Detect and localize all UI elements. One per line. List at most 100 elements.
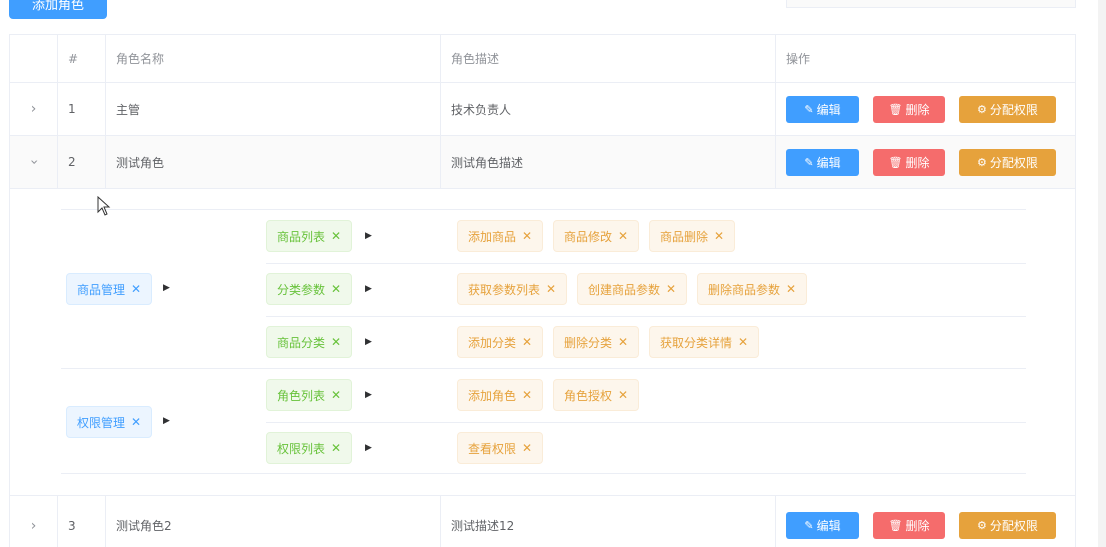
close-icon[interactable]: ✕ xyxy=(331,282,341,296)
rights-l3-tag[interactable]: 角色授权 ✕ xyxy=(553,379,640,411)
row-index: 1 xyxy=(58,83,106,135)
role-desc: 测试描述12 xyxy=(441,496,776,547)
rights-l3-tag[interactable]: 添加角色 ✕ xyxy=(457,379,544,411)
rights-l2-row: 商品分类 ✕ ▶ 添加分类 ✕ 删除分类 ✕ 获取分类详情 ✕ xyxy=(266,316,1026,369)
rights-l1-tag[interactable]: 权限管理 ✕ xyxy=(66,406,153,438)
rights-l2-row: 角色列表 ✕ ▶ 添加角色 ✕ 角色授权 ✕ xyxy=(266,369,1026,422)
role-desc: 测试角色描述 xyxy=(441,136,776,188)
close-icon[interactable]: ✕ xyxy=(131,415,141,429)
rights-l1-block: 商品管理 ✕ ▶ 商品列表 ✕ ▶ 添加商品 ✕ 商品修改 ✕ 商品删除 ✕ 分类参数 ✕ … xyxy=(61,209,1026,368)
assign-rights-button[interactable]: ⚙ 分配权限 xyxy=(959,148,1056,176)
rights-l1-block: 权限管理 ✕ ▶ 角色列表 ✕ ▶ 添加角色 ✕ 角色授权 ✕ 权限列表 ✕ ▶ 查看权限… xyxy=(61,368,1026,474)
close-icon[interactable]: ✕ xyxy=(546,282,556,296)
header-ops: 操作 xyxy=(786,52,811,66)
scrollbar-track[interactable] xyxy=(1098,0,1106,547)
caret-right-icon: ▶ xyxy=(365,390,372,400)
role-name: 主管 xyxy=(106,83,441,135)
rights-l3-tag[interactable]: 删除商品参数 ✕ xyxy=(697,273,808,305)
close-icon[interactable]: ✕ xyxy=(331,388,341,402)
close-icon[interactable]: ✕ xyxy=(786,282,796,296)
rights-l2-tag[interactable]: 权限列表 ✕ xyxy=(266,432,353,464)
rights-l2-row: 分类参数 ✕ ▶ 获取参数列表 ✕ 创建商品参数 ✕ 删除商品参数 ✕ xyxy=(266,263,1026,316)
trash-icon: 🗑 xyxy=(888,102,903,116)
edit-icon: ✎ xyxy=(804,155,814,169)
rights-l2-tag[interactable]: 分类参数 ✕ xyxy=(266,273,353,305)
caret-right-icon: ▶ xyxy=(365,231,372,241)
close-icon[interactable]: ✕ xyxy=(618,335,628,349)
edit-button[interactable]: ✎ 编辑 xyxy=(786,148,859,176)
expand-toggle[interactable]: › xyxy=(10,496,58,547)
rights-l2-tag[interactable]: 商品分类 ✕ xyxy=(266,326,353,358)
row-ops: ✎ 编辑 🗑 删除 ⚙ 分配权限 xyxy=(776,496,1075,547)
delete-button[interactable]: 🗑 删除 xyxy=(873,95,945,123)
header-role-desc: 角色描述 xyxy=(441,35,776,82)
role-name: 测试角色2 xyxy=(106,496,441,547)
trash-icon: 🗑 xyxy=(888,155,903,169)
rights-l3-tag[interactable]: 添加分类 ✕ xyxy=(457,326,544,358)
rights-l2-tag[interactable]: 角色列表 ✕ xyxy=(266,379,353,411)
search-area xyxy=(786,0,1076,8)
mouse-cursor-icon xyxy=(97,196,111,216)
caret-right-icon: ▶ xyxy=(365,284,372,294)
chevron-right-icon[interactable]: › xyxy=(31,101,37,117)
close-icon[interactable]: ✕ xyxy=(522,335,532,349)
delete-button[interactable]: 🗑 删除 xyxy=(873,512,945,539)
header-role-name: 角色名称 xyxy=(106,35,441,82)
rights-l3-tag[interactable]: 商品删除 ✕ xyxy=(649,220,736,252)
add-role-button[interactable]: 添加角色 xyxy=(9,0,107,19)
close-icon[interactable]: ✕ xyxy=(331,335,341,349)
table-row: › 1 主管 技术负责人 ✎ 编辑 🗑 删除 ⚙ 分配权限 xyxy=(10,83,1075,136)
close-icon[interactable]: ✕ xyxy=(331,441,341,455)
roles-table: # 角色名称 角色描述 操作 › 1 主管 技术负责人 ✎ 编辑 🗑 删除 ⚙ 分配权… xyxy=(9,34,1076,547)
role-name: 测试角色 xyxy=(106,136,441,188)
rights-l3-tag[interactable]: 获取参数列表 ✕ xyxy=(457,273,568,305)
caret-right-icon: ▶ xyxy=(163,283,170,293)
close-icon[interactable]: ✕ xyxy=(618,229,628,243)
caret-right-icon: ▶ xyxy=(365,337,372,347)
setting-icon: ⚙ xyxy=(977,155,987,169)
header-index: # xyxy=(58,35,106,82)
close-icon[interactable]: ✕ xyxy=(522,229,532,243)
rights-l3-tag[interactable]: 获取分类详情 ✕ xyxy=(649,326,760,358)
close-icon[interactable]: ✕ xyxy=(738,335,748,349)
table-row: › 2 测试角色 测试角色描述 ✎ 编辑 🗑 删除 ⚙ 分配权限 xyxy=(10,136,1075,189)
rights-l3-tag[interactable]: 添加商品 ✕ xyxy=(457,220,544,252)
close-icon[interactable]: ✕ xyxy=(618,388,628,402)
row-ops: ✎ 编辑 🗑 删除 ⚙ 分配权限 xyxy=(776,83,1075,135)
rights-l2-row: 商品列表 ✕ ▶ 添加商品 ✕ 商品修改 ✕ 商品删除 ✕ xyxy=(266,210,1026,263)
trash-icon: 🗑 xyxy=(888,519,903,532)
chevron-down-icon[interactable]: › xyxy=(25,159,41,165)
chevron-right-icon[interactable]: › xyxy=(31,518,37,534)
edit-icon: ✎ xyxy=(804,102,814,116)
rights-l3-tag[interactable]: 商品修改 ✕ xyxy=(553,220,640,252)
edit-icon: ✎ xyxy=(804,519,814,532)
delete-button[interactable]: 🗑 删除 xyxy=(873,148,945,176)
assign-rights-button[interactable]: ⚙ 分配权限 xyxy=(959,95,1056,123)
row-index: 3 xyxy=(58,496,106,547)
close-icon[interactable]: ✕ xyxy=(666,282,676,296)
rights-l3-tag[interactable]: 删除分类 ✕ xyxy=(553,326,640,358)
table-header: # 角色名称 角色描述 操作 xyxy=(10,35,1075,83)
caret-right-icon: ▶ xyxy=(163,416,170,426)
rights-l3-tag[interactable]: 创建商品参数 ✕ xyxy=(577,273,688,305)
close-icon[interactable]: ✕ xyxy=(331,229,341,243)
assign-rights-button[interactable]: ⚙ 分配权限 xyxy=(959,512,1056,539)
close-icon[interactable]: ✕ xyxy=(522,388,532,402)
rights-l2-tag[interactable]: 商品列表 ✕ xyxy=(266,220,353,252)
edit-button[interactable]: ✎ 编辑 xyxy=(786,512,859,539)
close-icon[interactable]: ✕ xyxy=(714,229,724,243)
expand-toggle[interactable]: › xyxy=(10,83,58,135)
table-row: › 3 测试角色2 测试描述12 ✎ 编辑 🗑 删除 ⚙ 分配权限 xyxy=(10,496,1075,547)
expand-toggle[interactable]: › xyxy=(10,136,58,188)
rights-l1-tag[interactable]: 商品管理 ✕ xyxy=(66,273,153,305)
caret-right-icon: ▶ xyxy=(365,443,372,453)
row-index: 2 xyxy=(58,136,106,188)
setting-icon: ⚙ xyxy=(977,519,987,532)
edit-button[interactable]: ✎ 编辑 xyxy=(786,95,859,123)
close-icon[interactable]: ✕ xyxy=(522,441,532,455)
setting-icon: ⚙ xyxy=(977,102,987,116)
rights-tree: 商品管理 ✕ ▶ 商品列表 ✕ ▶ 添加商品 ✕ 商品修改 ✕ 商品删除 ✕ 分类参数 ✕ … xyxy=(61,209,1026,474)
row-ops: ✎ 编辑 🗑 删除 ⚙ 分配权限 xyxy=(776,136,1075,188)
close-icon[interactable]: ✕ xyxy=(131,282,141,296)
rights-l3-tag[interactable]: 查看权限 ✕ xyxy=(457,432,544,464)
